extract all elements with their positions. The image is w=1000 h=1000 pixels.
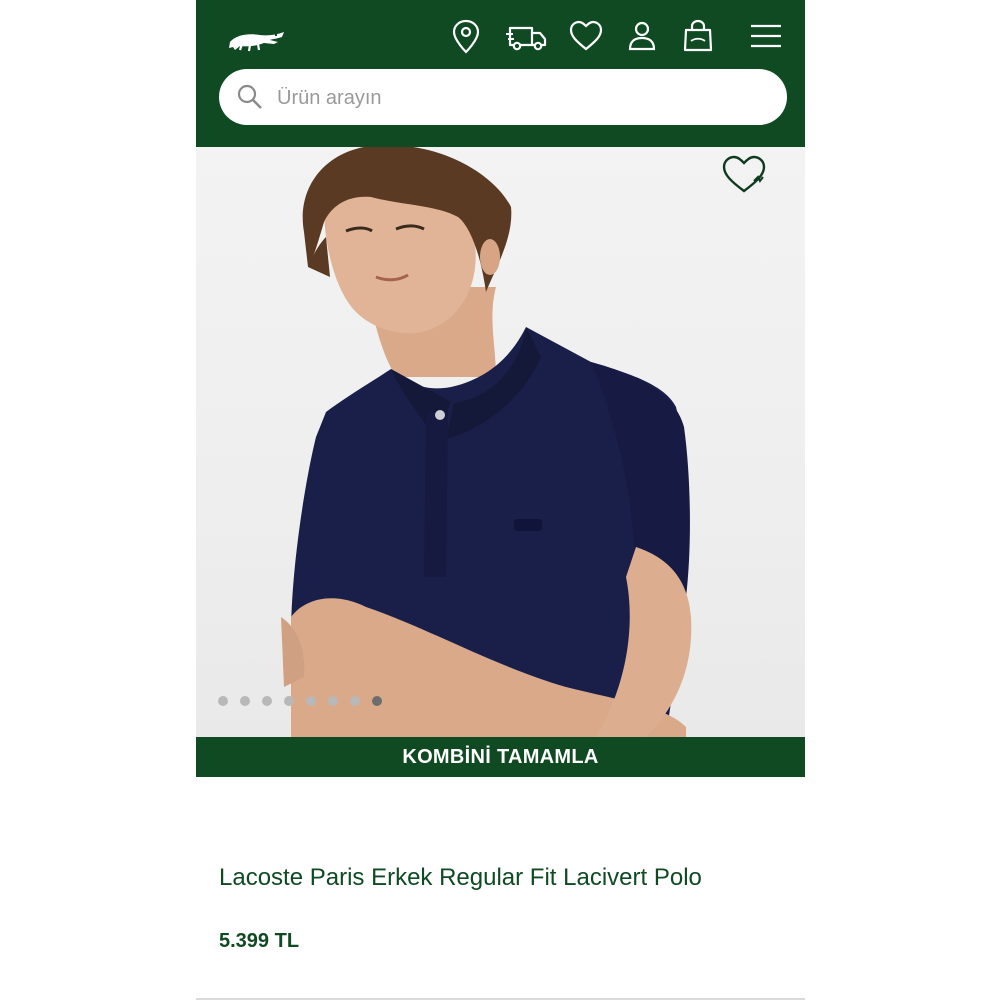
product-photo bbox=[281, 147, 692, 737]
heart-icon[interactable] bbox=[566, 16, 606, 56]
add-to-favorites-heart-icon[interactable] bbox=[720, 153, 768, 197]
product-title: Lacoste Paris Erkek Regular Fit Lacivert… bbox=[219, 864, 702, 891]
carousel-dot[interactable] bbox=[284, 696, 294, 706]
menu-icon[interactable] bbox=[746, 16, 786, 56]
product-image-gallery[interactable] bbox=[196, 147, 805, 737]
carousel-dot[interactable] bbox=[218, 696, 228, 706]
carousel-dots bbox=[218, 696, 382, 706]
delivery-truck-icon[interactable] bbox=[504, 16, 550, 56]
product-price: 5.399 TL bbox=[219, 930, 300, 952]
product-page: KOMBİNİ TAMAMLA Lacoste Paris Erkek Regu… bbox=[196, 0, 805, 1000]
carousel-dot[interactable] bbox=[350, 696, 360, 706]
search-input[interactable] bbox=[275, 79, 769, 117]
carousel-dot[interactable] bbox=[262, 696, 272, 706]
search-icon bbox=[235, 82, 265, 112]
carousel-dot[interactable] bbox=[328, 696, 338, 706]
location-pin-icon[interactable] bbox=[446, 16, 486, 56]
carousel-dot[interactable] bbox=[240, 696, 250, 706]
user-icon[interactable] bbox=[622, 16, 662, 56]
carousel-dot[interactable] bbox=[306, 696, 316, 706]
complete-the-look-button[interactable]: KOMBİNİ TAMAMLA bbox=[196, 737, 805, 777]
carousel-dot-active[interactable] bbox=[372, 696, 382, 706]
shopping-bag-icon[interactable] bbox=[678, 16, 718, 56]
crocodile-logo-icon[interactable] bbox=[226, 18, 288, 58]
site-header bbox=[196, 0, 805, 147]
search-bar[interactable] bbox=[219, 69, 787, 125]
